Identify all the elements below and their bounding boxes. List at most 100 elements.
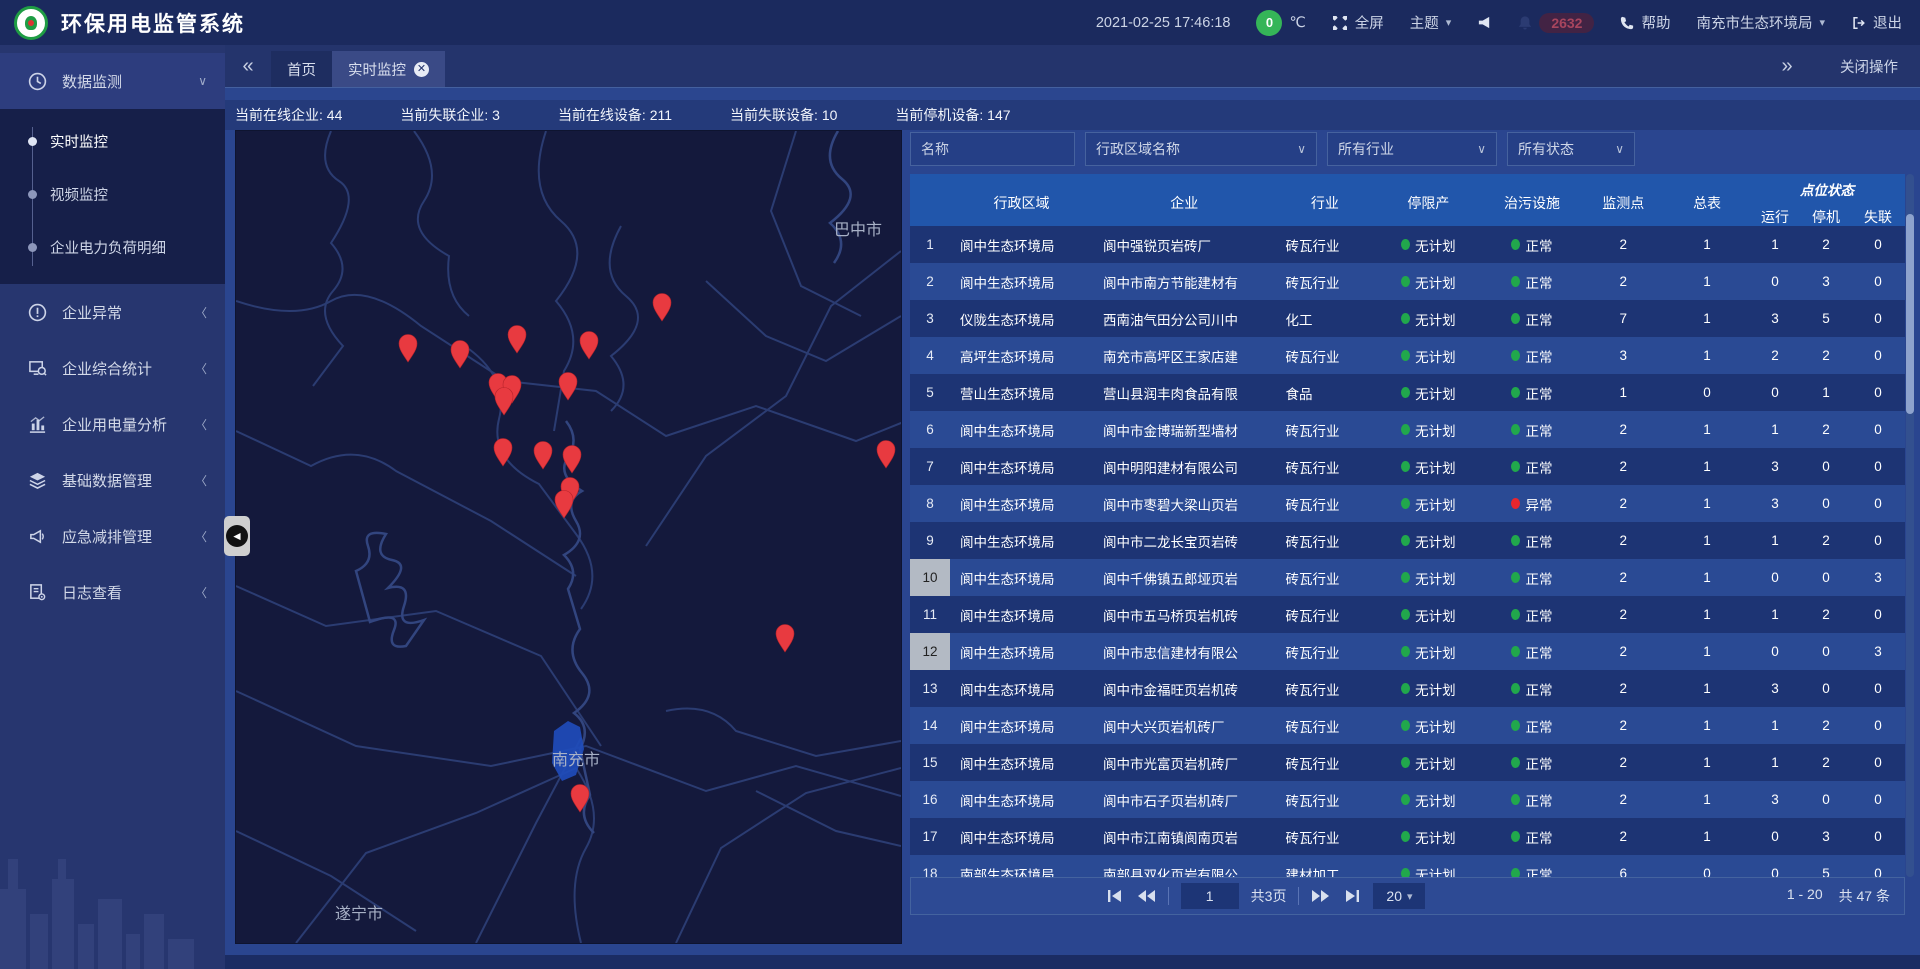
table-row[interactable]: 4高坪生态环境局南充市高坪区王家店建砖瓦行业无计划正常31220 (910, 337, 1905, 374)
chevron-down-icon: ∨ (1477, 142, 1486, 156)
cell-run: 1 (1749, 744, 1801, 781)
page-size-select[interactable]: 20 ▾ (1373, 883, 1425, 909)
chevron-down-icon: ▾ (1819, 16, 1825, 29)
tabs-scroll-left-icon[interactable]: « (225, 45, 271, 87)
cell-company: 阆中市金福旺页岩机砖 (1093, 670, 1276, 707)
city-skyline-decoration (0, 819, 225, 969)
sidebar-item-4[interactable]: 基础数据管理〈 (0, 452, 225, 508)
table-row[interactable]: 9阆中生态环境局阆中市二龙长宝页岩砖砖瓦行业无计划正常21120 (910, 522, 1905, 559)
app-title: 环保用电监管系统 (61, 8, 245, 38)
table-row[interactable]: 14阆中生态环境局阆中大兴页岩机砖厂砖瓦行业无计划正常21120 (910, 707, 1905, 744)
table-row[interactable]: 12阆中生态环境局阆中市忠信建材有限公砖瓦行业无计划正常21003 (910, 633, 1905, 670)
sidebar-subitem[interactable]: 企业电力负荷明细 (0, 221, 225, 274)
sidebar-item-1[interactable]: 企业异常〈 (0, 284, 225, 340)
notifications[interactable]: 2632 (1518, 13, 1594, 33)
table-row[interactable]: 5营山生态环境局营山县润丰肉食品有限食品无计划正常10010 (910, 374, 1905, 411)
chevron-left-icon: ◄ (226, 525, 248, 547)
cell-facility: 正常 (1483, 596, 1582, 633)
cell-industry: 砖瓦行业 (1276, 485, 1375, 522)
cell-company: 阆中市二龙长宝页岩砖 (1093, 522, 1276, 559)
region-filter-select[interactable]: 行政区域名称 ∨ (1085, 132, 1317, 166)
industry-filter-select[interactable]: 所有行业 ∨ (1327, 132, 1497, 166)
cell-index: 7 (910, 448, 950, 485)
sidebar-item-2[interactable]: 企业综合统计〈 (0, 340, 225, 396)
tabs-scroll-right-icon[interactable]: » (1764, 55, 1810, 78)
table-scrollbar[interactable] (1906, 174, 1914, 877)
fullscreen-button[interactable]: 全屏 (1332, 12, 1384, 33)
cell-stop: 2 (1801, 596, 1851, 633)
help-button[interactable]: 帮助 (1620, 12, 1670, 33)
cell-run: 3 (1749, 448, 1801, 485)
table-row[interactable]: 1阆中生态环境局阆中强锐页岩砖厂砖瓦行业无计划正常21120 (910, 226, 1905, 263)
cell-run: 2 (1749, 337, 1801, 374)
scrollbar-thumb[interactable] (1906, 214, 1914, 414)
cell-facility: 正常 (1483, 411, 1582, 448)
cell-industry: 砖瓦行业 (1276, 263, 1375, 300)
cell-meters: 1 (1665, 781, 1749, 818)
cell-points: 2 (1581, 559, 1665, 596)
page-number-input[interactable]: 1 (1181, 883, 1239, 909)
first-page-button[interactable] (1106, 889, 1124, 903)
sidebar-item-6[interactable]: 日志查看〈 (0, 564, 225, 620)
table-row[interactable]: 2阆中生态环境局阆中市南方节能建材有砖瓦行业无计划正常21030 (910, 263, 1905, 300)
prev-page-button[interactable] (1136, 889, 1156, 903)
cell-stop: 5 (1801, 300, 1851, 337)
page-size-value: 20 (1386, 888, 1402, 904)
cell-index: 13 (910, 670, 950, 707)
col-index (910, 174, 950, 231)
table-row[interactable]: 15阆中生态环境局阆中市光富页岩机砖厂砖瓦行业无计划正常21120 (910, 744, 1905, 781)
chevron-left-icon: 〈 (195, 472, 207, 489)
chevron-left-icon: 〈 (195, 584, 207, 601)
status-dot-icon (1511, 424, 1520, 435)
theme-dropdown[interactable]: 主题 ▾ (1410, 12, 1452, 33)
cell-region: 仪陇生态环境局 (950, 300, 1093, 337)
cell-stop: 3 (1801, 263, 1851, 300)
sidebar-collapse-handle[interactable]: ◄ (224, 516, 250, 556)
mute-button[interactable] (1477, 15, 1492, 30)
table-row[interactable]: 6阆中生态环境局阆中市金博瑞新型墙材砖瓦行业无计划正常21120 (910, 411, 1905, 448)
close-operations-button[interactable]: 关闭操作 (1840, 56, 1898, 77)
cell-region: 阆中生态环境局 (950, 522, 1093, 559)
filter-bar: 行政区域名称 ∨ 所有行业 ∨ 所有状态 ∨ (910, 132, 1905, 166)
table-row[interactable]: 11阆中生态环境局阆中市五马桥页岩机砖砖瓦行业无计划正常21120 (910, 596, 1905, 633)
sidebar-item-3[interactable]: 企业用电量分析〈 (0, 396, 225, 452)
sidebar-item-label: 应急减排管理 (62, 526, 152, 547)
close-icon[interactable]: ✕ (414, 62, 429, 77)
sidebar-item-5[interactable]: 应急减排管理〈 (0, 508, 225, 564)
notification-badge: 2632 (1539, 13, 1594, 33)
cell-lost: 0 (1851, 522, 1905, 559)
last-page-button[interactable] (1343, 889, 1361, 903)
table-row[interactable]: 18南部生态环境局南部县双化页岩有限公建材加工无计划正常60050 (910, 855, 1905, 877)
table-row[interactable]: 16阆中生态环境局阆中市石子页岩机砖厂砖瓦行业无计划正常21300 (910, 781, 1905, 818)
org-dropdown[interactable]: 南充市生态环境局 ▾ (1696, 12, 1825, 33)
sidebar-item-0[interactable]: 数据监测∨ (0, 53, 225, 109)
status-dot-icon (1511, 646, 1520, 657)
total-pages-label: 共3页 (1251, 886, 1287, 906)
map-canvas[interactable]: 巴中市南充市遂宁市 (236, 131, 901, 943)
logout-button[interactable]: 退出 (1851, 12, 1902, 33)
map-panel[interactable]: ◄ (235, 130, 902, 944)
tab-realtime-monitor[interactable]: 实时监控 ✕ (332, 51, 445, 87)
table-row[interactable]: 3仪陇生态环境局西南油气田分公司川中化工无计划正常71350 (910, 300, 1905, 337)
cell-run: 1 (1749, 596, 1801, 633)
table-row[interactable]: 17阆中生态环境局阆中市江南镇阆南页岩砖瓦行业无计划正常21030 (910, 818, 1905, 855)
sidebar-subitem[interactable]: 实时监控 (0, 115, 225, 168)
table-row[interactable]: 8阆中生态环境局阆中市枣碧大梁山页岩砖瓦行业无计划异常21300 (910, 485, 1905, 522)
sidebar-subitem[interactable]: 视频监控 (0, 168, 225, 221)
table-row[interactable]: 7阆中生态环境局阆中明阳建材有限公司砖瓦行业无计划正常21300 (910, 448, 1905, 485)
table-row[interactable]: 10阆中生态环境局阆中千佛镇五郎垭页岩砖瓦行业无计划正常21003 (910, 559, 1905, 596)
cell-company: 阆中市光富页岩机砖厂 (1093, 744, 1276, 781)
cell-company: 阆中千佛镇五郎垭页岩 (1093, 559, 1276, 596)
name-filter-input[interactable] (921, 141, 1064, 157)
cell-index: 10 (910, 559, 950, 596)
status-dot-icon (1401, 387, 1410, 398)
name-filter-field[interactable] (910, 132, 1075, 166)
tab-home[interactable]: 首页 (271, 51, 332, 87)
next-page-button[interactable] (1311, 889, 1331, 903)
cell-region: 阆中生态环境局 (950, 411, 1093, 448)
cell-limit: 无计划 (1374, 559, 1483, 596)
table-row[interactable]: 13阆中生态环境局阆中市金福旺页岩机砖砖瓦行业无计划正常21300 (910, 670, 1905, 707)
cell-lost: 3 (1851, 559, 1905, 596)
status-dot-icon (1401, 424, 1410, 435)
status-filter-select[interactable]: 所有状态 ∨ (1507, 132, 1635, 166)
